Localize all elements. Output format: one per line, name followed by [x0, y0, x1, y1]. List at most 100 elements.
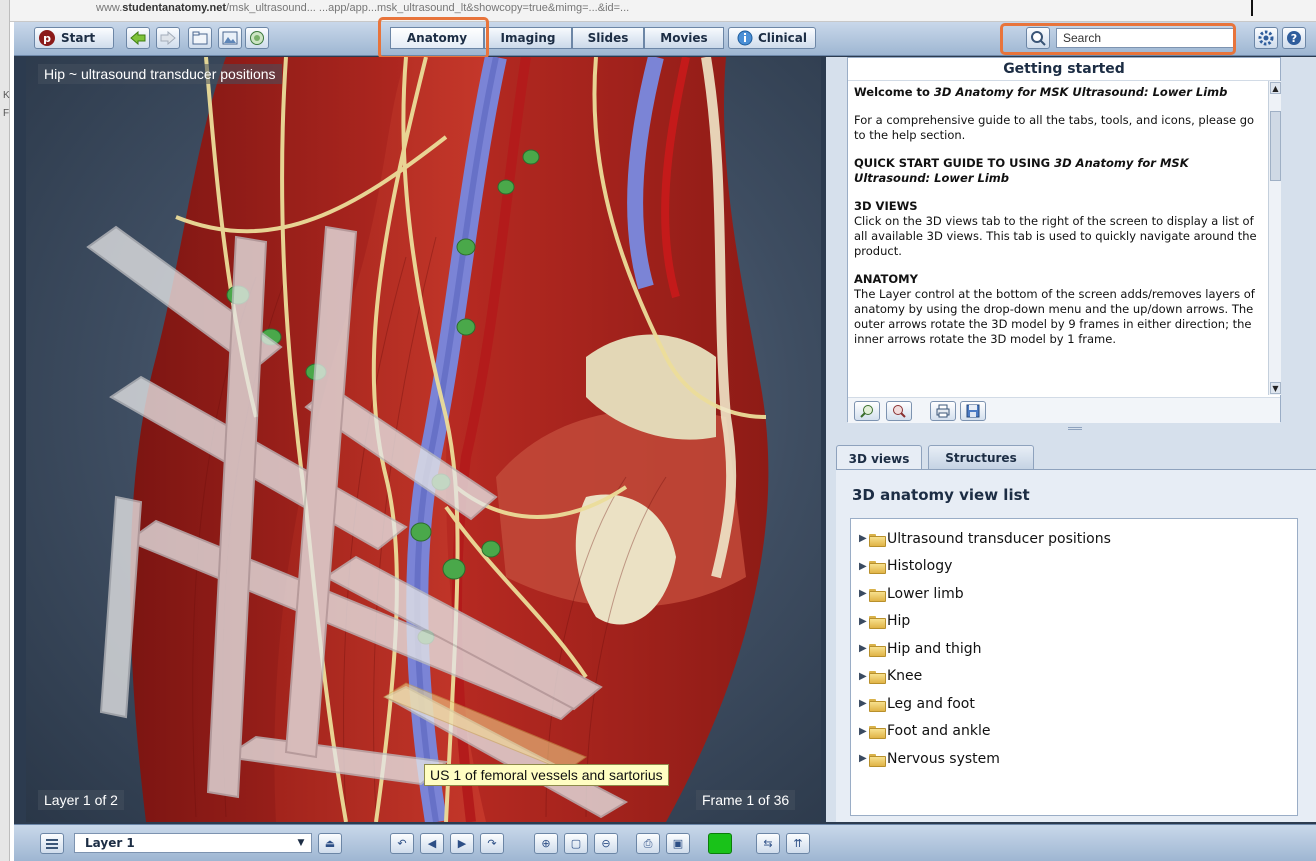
start-label: Start	[61, 31, 96, 45]
views-tab-strip: 3D views Structures	[836, 445, 1306, 471]
list-item[interactable]: ▶ Knee	[851, 663, 1297, 691]
hip-anatomy-model	[86, 57, 769, 822]
zoom-in-icon	[860, 405, 873, 418]
getting-started-panel: Getting started Welcome to 3D Anatomy fo…	[847, 57, 1281, 423]
print-text-button[interactable]	[930, 401, 956, 421]
list-item[interactable]: ▶ Histology	[851, 553, 1297, 581]
list-item[interactable]: ▶ Hip and thigh	[851, 635, 1297, 663]
orientation-button[interactable]: ⇈	[786, 833, 810, 854]
rotate-left-9-button[interactable]: ↶	[390, 833, 414, 854]
tab-movies[interactable]: Movies	[644, 27, 724, 49]
folder-button[interactable]	[188, 27, 212, 49]
3d-model-viewer[interactable]: Hip ~ ultrasound transducer positions La…	[26, 57, 821, 822]
folder-icon	[869, 753, 886, 767]
quick-start-prefix: QUICK START GUIDE TO USING	[854, 156, 1055, 170]
zoom-out-button[interactable]: ⊖	[594, 833, 618, 854]
folder-icon	[869, 643, 886, 657]
folder-icon	[869, 533, 886, 547]
edge-mark: K	[3, 90, 10, 101]
folder-icon	[869, 698, 886, 712]
swap-button[interactable]: ⇆	[756, 833, 780, 854]
print-button[interactable]: ⎙	[636, 833, 660, 854]
folder-icon	[869, 615, 886, 630]
getting-started-text: Welcome to 3D Anatomy for MSK Ultrasound…	[848, 81, 1266, 395]
layer-value: Layer 1	[85, 836, 135, 850]
expand-arrow-icon[interactable]: ▶	[859, 616, 869, 627]
expand-arrow-icon[interactable]: ▶	[859, 561, 869, 572]
chevron-down-icon[interactable]: ▼	[293, 835, 309, 851]
frame-icon: ▢	[570, 837, 582, 850]
list-item-label: Leg and foot	[887, 695, 975, 712]
list-item[interactable]: ▶ Foot and ankle	[851, 718, 1297, 746]
layer-dropdown[interactable]: Layer 1 ▼	[74, 833, 312, 853]
camera-button[interactable]	[245, 27, 269, 49]
getting-started-tools	[848, 397, 1280, 423]
triangle-right-icon: ▶	[457, 837, 467, 850]
panel-splitter[interactable]	[1068, 427, 1082, 430]
tab-slides[interactable]: Slides	[572, 27, 644, 49]
views-heading: 3D VIEWS	[854, 199, 918, 213]
layer-up-button[interactable]: ⏏	[318, 833, 342, 854]
welcome-prefix: Welcome to	[854, 85, 934, 99]
forward-arrow-icon	[160, 31, 176, 45]
anatomy-heading: ANATOMY	[854, 272, 918, 286]
save-text-button[interactable]	[960, 401, 986, 421]
rotate-left-1-button[interactable]: ◀	[420, 833, 444, 854]
zoom-in-button[interactable]: ⊕	[534, 833, 558, 854]
settings-button[interactable]	[1254, 27, 1278, 49]
zoom-in-text-button[interactable]	[854, 401, 880, 421]
primal-logo-icon: p	[39, 30, 55, 46]
rotate-right-1-button[interactable]: ▶	[450, 833, 474, 854]
list-item-label: Ultrasound transducer positions	[887, 530, 1111, 547]
search-highlight	[1000, 23, 1236, 55]
list-item[interactable]: ▶ Lower limb	[851, 580, 1297, 608]
anatomy-app: p Start Anatomy Imaging Slides Movies Cl…	[14, 17, 1316, 861]
fit-view-button[interactable]: ▢	[564, 833, 588, 854]
browser-left-edge: K F	[0, 0, 10, 861]
getting-started-title: Getting started	[848, 58, 1280, 81]
rotate-right-9-button[interactable]: ↷	[480, 833, 504, 854]
tab-imaging[interactable]: Imaging	[484, 27, 572, 49]
save-button[interactable]: ▣	[666, 833, 690, 854]
image-button[interactable]	[218, 27, 242, 49]
start-button[interactable]: p Start	[34, 27, 114, 49]
tab-3d-views[interactable]: 3D views	[836, 445, 922, 471]
print-icon	[936, 404, 950, 418]
expand-arrow-icon[interactable]: ▶	[859, 698, 869, 709]
list-item[interactable]: ▶ Leg and foot	[851, 690, 1297, 718]
eject-icon: ⏏	[324, 837, 336, 850]
help-icon: ?	[1287, 31, 1301, 45]
gear-icon	[1258, 30, 1274, 46]
rotate-left-icon: ↶	[397, 837, 407, 850]
welcome-product: 3D Anatomy for MSK Ultrasound: Lower Lim…	[933, 85, 1228, 99]
layer-menu-button[interactable]	[40, 833, 64, 854]
expand-arrow-icon[interactable]: ▶	[859, 533, 869, 544]
info-icon	[737, 30, 753, 46]
scroll-thumb[interactable]	[1270, 111, 1281, 181]
rotate-right-icon: ↷	[487, 837, 497, 850]
scroll-up-icon[interactable]: ▲	[1270, 82, 1281, 94]
expand-arrow-icon[interactable]: ▶	[859, 588, 869, 599]
triangle-left-icon: ◀	[427, 837, 437, 850]
tab-structures[interactable]: Structures	[928, 445, 1034, 469]
list-item[interactable]: ▶ Ultrasound transducer positions	[851, 525, 1297, 553]
expand-arrow-icon[interactable]: ▶	[859, 643, 869, 654]
help-button[interactable]: ?	[1282, 27, 1306, 49]
back-button[interactable]	[126, 27, 150, 49]
expand-arrow-icon[interactable]: ▶	[859, 671, 869, 682]
expand-arrow-icon[interactable]: ▶	[859, 753, 869, 764]
camera-icon	[250, 31, 264, 45]
forward-button[interactable]	[156, 27, 180, 49]
clinical-button[interactable]: Clinical	[728, 27, 816, 49]
list-item-label: Knee	[887, 668, 923, 685]
expand-arrow-icon[interactable]: ▶	[859, 726, 869, 737]
list-item[interactable]: ▶ Nervous system	[851, 745, 1297, 773]
zoom-out-text-button[interactable]	[886, 401, 912, 421]
swap-arrows-icon: ⇆	[763, 837, 773, 850]
browser-url[interactable]: www.studentanatomy.net/msk_ultrasound...…	[96, 2, 629, 14]
scroll-down-icon[interactable]: ▼	[1270, 382, 1281, 394]
layer-color-button[interactable]	[708, 833, 732, 854]
getting-started-scrollbar[interactable]: ▲ ▼	[1268, 81, 1281, 395]
right-panel: Getting started Welcome to 3D Anatomy fo…	[826, 57, 1316, 822]
list-item[interactable]: ▶ Hip	[851, 608, 1297, 636]
